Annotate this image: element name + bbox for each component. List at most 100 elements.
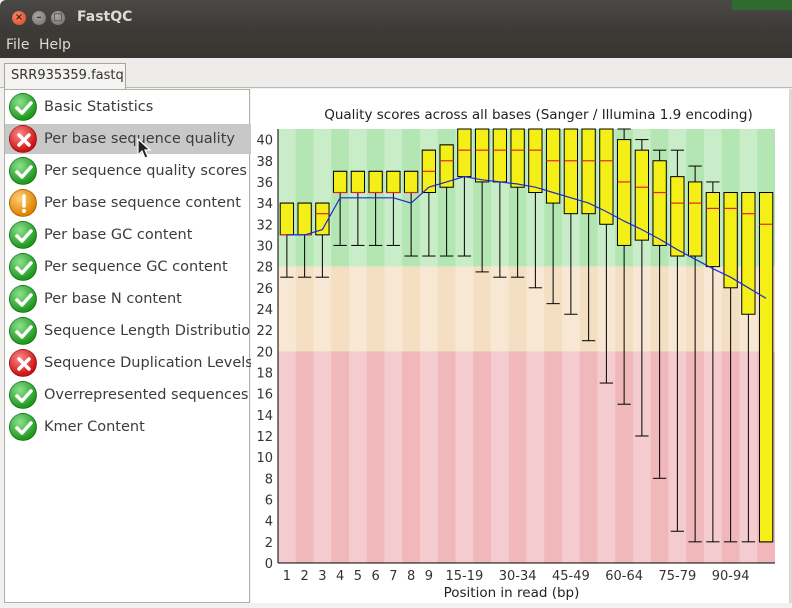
y-tick-label: 28 [256, 261, 273, 276]
module-item[interactable]: Sequence Duplication Levels [5, 348, 253, 378]
fail-cross-icon [9, 125, 37, 153]
module-label: Per sequence quality scores [44, 163, 247, 179]
y-tick-label: 0 [265, 557, 273, 572]
pass-check-icon [9, 93, 37, 121]
module-list: Basic Statistics Per base sequence qualit… [4, 89, 259, 603]
pass-check-icon [9, 221, 37, 249]
quality-box [581, 128, 596, 215]
x-tick-label: 7 [389, 569, 397, 584]
quality-box [758, 192, 774, 543]
module-label: Basic Statistics [44, 99, 154, 115]
y-tick-label: 34 [256, 197, 273, 212]
column-stripe [313, 129, 332, 563]
chart-title: Quality scores across all bases (Sanger … [324, 107, 753, 123]
quality-box [616, 139, 632, 246]
quality-box [474, 128, 490, 183]
quality-box [457, 128, 472, 178]
module-item[interactable]: Per base sequence content [5, 188, 251, 218]
title-bar-corner-accent [732, 0, 792, 10]
pass-check-icon [9, 381, 37, 409]
quality-box [350, 170, 366, 194]
module-item[interactable]: Overrepresented sequences [5, 380, 251, 410]
x-tick-label: 15-19 [445, 569, 483, 584]
y-tick-label: 18 [256, 366, 273, 381]
x-axis-label: Position in read (bp) [444, 585, 580, 601]
module-label: Sequence Duplication Levels [44, 355, 253, 371]
quality-box [368, 170, 383, 194]
x-tick-label: 3 [318, 569, 326, 584]
y-tick-label: 20 [256, 345, 273, 360]
quality-box [741, 192, 756, 315]
x-tick-label: 5 [354, 569, 362, 584]
module-label: Sequence Length Distribution [44, 323, 260, 339]
y-tick-label: 24 [256, 303, 273, 318]
x-tick-label: 75-79 [658, 569, 696, 584]
maximize-window-button[interactable]: □ [51, 11, 65, 25]
y-tick-label: 26 [256, 282, 273, 297]
y-tick-label: 32 [256, 218, 273, 233]
module-item[interactable]: Basic Statistics [5, 92, 251, 122]
pass-check-icon [9, 253, 37, 281]
quality-box [492, 128, 508, 183]
module-item[interactable]: Per base GC content [5, 220, 251, 250]
module-label: Per base N content [44, 291, 182, 307]
x-tick-label: 9 [425, 569, 433, 584]
y-tick-label: 2 [265, 536, 273, 551]
x-tick-label: 1 [283, 569, 291, 584]
quality-box [563, 128, 579, 215]
y-tick-label: 36 [256, 176, 273, 191]
minimize-window-button[interactable]: – [32, 11, 46, 25]
y-tick-label: 16 [256, 388, 273, 403]
quality-box [332, 170, 348, 194]
y-tick-label: 30 [256, 239, 273, 254]
x-tick-label: 45-49 [552, 569, 590, 584]
quality-box [705, 192, 721, 268]
tab-file[interactable]: SRR935359.fastq [4, 63, 126, 89]
fail-cross-icon [9, 349, 37, 377]
quality-box [687, 181, 703, 257]
x-tick-label: 90-94 [712, 569, 750, 584]
quality-box [652, 160, 667, 246]
module-label: Per sequence GC content [44, 259, 228, 275]
module-item[interactable]: Sequence Length Distribution [5, 316, 259, 346]
x-tick-label: 2 [300, 569, 308, 584]
y-tick-label: 6 [265, 493, 273, 508]
quality-box [386, 170, 401, 194]
column-stripe [278, 129, 296, 563]
warning-icon [9, 189, 37, 217]
module-item[interactable]: Per sequence quality scores [5, 156, 251, 186]
quality-box [528, 128, 543, 194]
quality-graph-panel: 0 2 4 6 8 10 12 14 16 18 20 22 24 26 28 30 32 34 36 38 40 1 2 3… [251, 89, 789, 603]
y-tick-label: 4 [265, 515, 273, 530]
quality-box [723, 192, 738, 289]
quality-box [670, 176, 685, 257]
y-tick-label: 22 [256, 324, 273, 339]
x-tick-label: 6 [371, 569, 379, 584]
y-tick-label: 12 [256, 430, 273, 445]
window-title: FastQC [77, 9, 133, 25]
file-tab-strip: SRR935359.fastq [0, 58, 792, 89]
x-tick-label: 60-64 [605, 569, 643, 584]
y-tick-label: 14 [256, 409, 273, 424]
x-tick-label: 30-34 [499, 569, 537, 584]
menu-file[interactable]: File [6, 37, 29, 53]
y-tick-label: 8 [265, 472, 273, 487]
menu-help[interactable]: Help [39, 37, 71, 53]
per-base-quality-chart: 02468101214161820222426283032343638401 2 3… [256, 107, 775, 601]
close-window-button[interactable]: × [12, 11, 26, 25]
pass-check-icon [9, 157, 37, 185]
module-item[interactable]: Per sequence GC content [5, 252, 251, 282]
quality-box [403, 170, 419, 194]
title-bar: × – □ FastQC [0, 0, 792, 34]
menu-bar: File Help [0, 34, 792, 58]
module-item[interactable]: Kmer Content [5, 412, 251, 442]
module-label: Per base GC content [44, 227, 193, 243]
x-tick-label: 8 [407, 569, 415, 584]
module-item[interactable]: Per base N content [5, 284, 251, 314]
pass-check-icon [9, 317, 37, 345]
module-item[interactable]: Per base sequence quality [5, 124, 251, 154]
pass-check-icon [9, 285, 37, 313]
x-tick-label: 4 [336, 569, 344, 584]
module-label: Per base sequence content [44, 195, 241, 211]
y-tick-label: 10 [256, 451, 273, 466]
